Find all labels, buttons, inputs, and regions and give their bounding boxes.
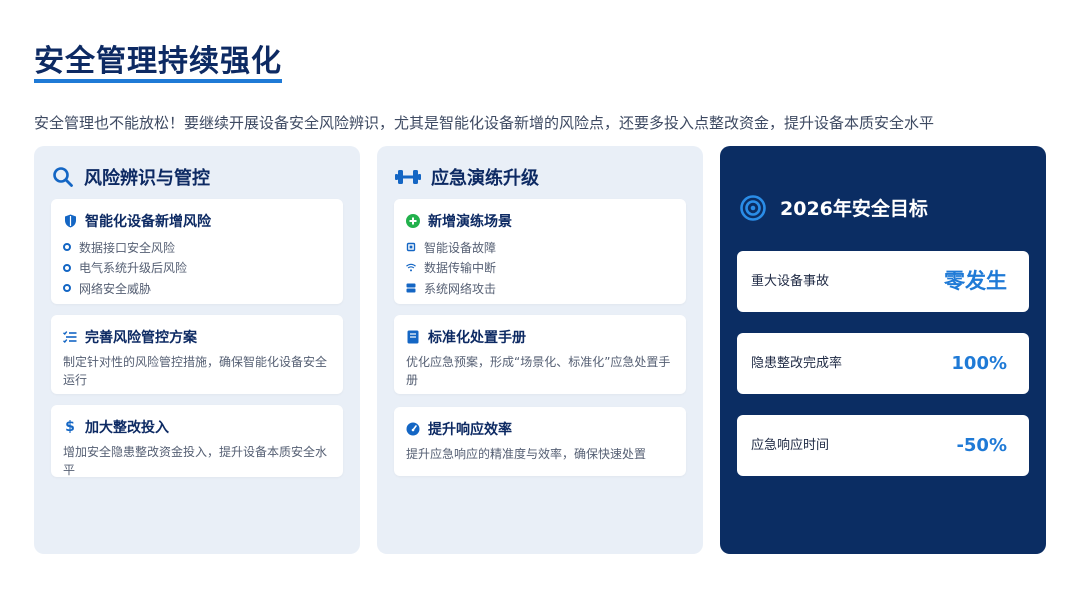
card-title: 提升响应效率 — [428, 422, 512, 438]
dollar-icon: $ — [65, 419, 75, 435]
card-new-drill-scenarios: 新增演练场景 智能设备故障 数据传输中断 系统网络攻击 — [394, 199, 686, 304]
chip-icon — [406, 242, 416, 252]
gauge-icon — [406, 422, 420, 436]
list-item: 系统网络攻击 — [406, 278, 496, 299]
bullet-icon — [63, 284, 71, 293]
goals-panel-title: 2026年安全目标 — [780, 198, 928, 220]
goals-panel: 2026年安全目标 重大设备事故 零发生 隐患整改完成率 100% 应急响应时间… — [720, 146, 1046, 554]
goals-panel-header: 2026年安全目标 — [740, 194, 928, 221]
shield-icon — [63, 214, 77, 228]
goal-card: 重大设备事故 零发生 — [737, 251, 1029, 312]
scenario-list: 智能设备故障 数据传输中断 系统网络攻击 — [406, 237, 496, 299]
drill-panel-header: 应急演练升级 — [395, 164, 539, 190]
goal-value: 零发生 — [944, 269, 1007, 293]
card-title: 智能化设备新增风险 — [85, 214, 211, 230]
list-item: 电气系统升级后风险 — [63, 258, 187, 279]
card-title: 加大整改投入 — [85, 420, 169, 436]
goal-value: 100% — [951, 353, 1007, 374]
wifi-icon — [406, 263, 416, 273]
card-description: 增加安全隐患整改资金投入，提升设备本质安全水平 — [63, 445, 328, 477]
card-title: 新增演练场景 — [428, 214, 512, 230]
dumbbell-icon — [395, 166, 421, 188]
page-subtitle: 安全管理也不能放松！要继续开展设备安全风险辨识，尤其是智能化设备新增的风险点，还… — [34, 114, 935, 132]
goal-card: 隐患整改完成率 100% — [737, 333, 1029, 394]
card-title: 完善风险管控方案 — [85, 330, 197, 346]
goal-label: 重大设备事故 — [751, 274, 830, 289]
list-item: 智能设备故障 — [406, 237, 496, 258]
page-title: 安全管理持续强化 — [34, 44, 282, 79]
goal-card: 应急响应时间 -50% — [737, 415, 1029, 476]
goal-label: 隐患整改完成率 — [751, 356, 843, 371]
card-description: 提升应急响应的精准度与效率，确保快速处置 — [406, 447, 647, 461]
list-item: 数据接口安全风险 — [63, 237, 187, 258]
plus-circle-icon — [406, 214, 420, 228]
list-item: 网络安全威胁 — [63, 278, 187, 299]
risk-panel-title: 风险辨识与管控 — [84, 168, 210, 189]
card-increase-investment: $ 加大整改投入 增加安全隐患整改资金投入，提升设备本质安全水平 — [51, 405, 343, 477]
goal-value: -50% — [956, 435, 1007, 456]
checklist-icon — [63, 330, 77, 344]
card-description: 制定针对性的风险管控措施，确保智能化设备安全运行 — [63, 355, 328, 387]
book-icon — [406, 330, 420, 344]
drill-panel: 应急演练升级 新增演练场景 智能设备故障 数据传输中断 系统网络攻击 标准化处置… — [377, 146, 703, 554]
drill-panel-title: 应急演练升级 — [431, 168, 539, 189]
card-risk-control-plan: 完善风险管控方案 制定针对性的风险管控措施，确保智能化设备安全运行 — [51, 315, 343, 394]
goal-label: 应急响应时间 — [751, 438, 830, 453]
card-standard-handbook: 标准化处置手册 优化应急预案，形成“场景化、标准化”应急处置手册 — [394, 315, 686, 394]
card-smart-device-risk: 智能化设备新增风险 数据接口安全风险 电气系统升级后风险 网络安全威胁 — [51, 199, 343, 304]
search-icon — [52, 166, 74, 188]
title-underline — [34, 79, 282, 83]
server-icon — [406, 283, 416, 293]
card-description: 优化应急预案，形成“场景化、标准化”应急处置手册 — [406, 355, 671, 387]
risk-panel: 风险辨识与管控 智能化设备新增风险 数据接口安全风险 电气系统升级后风险 网络安… — [34, 146, 360, 554]
bullet-icon — [63, 263, 71, 272]
target-icon — [740, 194, 766, 221]
card-response-efficiency: 提升响应效率 提升应急响应的精准度与效率，确保快速处置 — [394, 407, 686, 476]
list-item: 数据传输中断 — [406, 258, 496, 279]
risk-list: 数据接口安全风险 电气系统升级后风险 网络安全威胁 — [63, 237, 187, 299]
card-title: 标准化处置手册 — [428, 330, 526, 346]
bullet-icon — [63, 243, 71, 252]
risk-panel-header: 风险辨识与管控 — [52, 164, 210, 190]
